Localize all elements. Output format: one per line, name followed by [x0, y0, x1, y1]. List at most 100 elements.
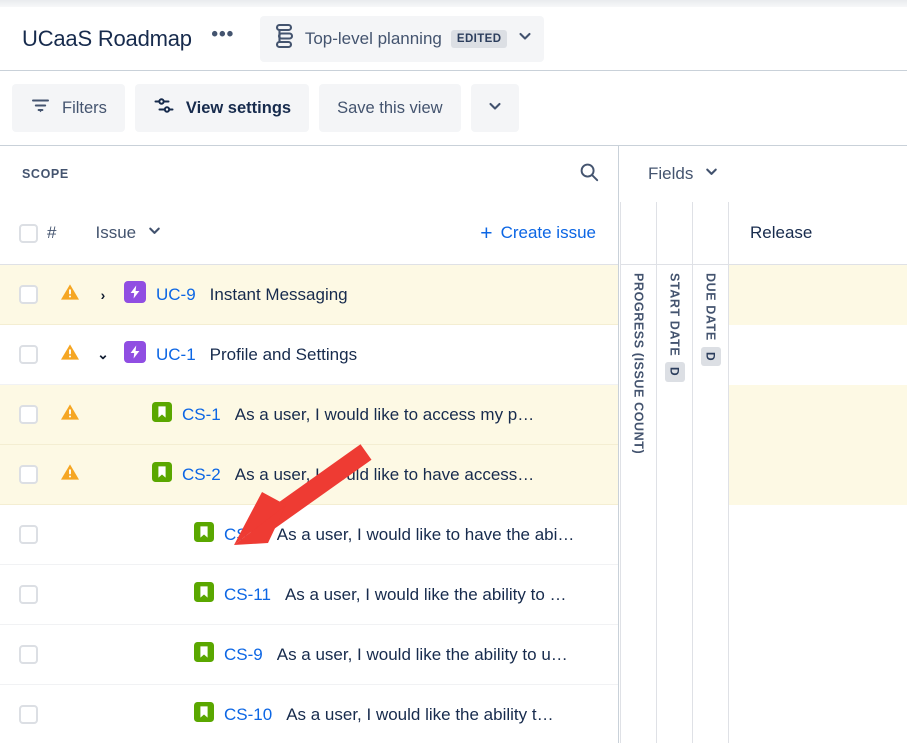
release-cell[interactable] [729, 625, 907, 685]
row-issue-summary: Instant Messaging [209, 284, 348, 304]
row-checkbox[interactable] [19, 585, 38, 604]
plus-icon: + [480, 221, 493, 245]
table-row[interactable]: CS-2 As a user, I would like to have acce… [0, 445, 618, 505]
story-type-icon [194, 642, 214, 666]
warning-icon [60, 284, 80, 306]
row-type-icon-slot [194, 702, 214, 727]
start-date-badge: D [664, 362, 685, 382]
view-name: Top-level planning [304, 28, 442, 48]
progress-column: PROGRESS (ISSUE COUNT) [620, 265, 656, 743]
release-column-header: Release [728, 202, 907, 264]
create-issue-label: Create issue [500, 223, 596, 242]
rank-column-header: # [47, 223, 57, 242]
release-cell[interactable] [729, 325, 907, 385]
table-row[interactable]: CS-8 As a user, I would like to have the … [0, 505, 618, 565]
row-expand-toggle[interactable]: ⌄ [94, 346, 112, 363]
scope-column-header: # Issue + Create issue [0, 202, 618, 265]
window-top-edge [0, 0, 907, 7]
page-more-actions-button[interactable]: ••• [208, 24, 238, 52]
progress-column-header [620, 202, 656, 264]
fields-label: Fields [648, 164, 694, 183]
row-checkbox[interactable] [19, 405, 38, 424]
row-expand-toggle[interactable]: › [94, 287, 112, 303]
release-cell[interactable] [729, 685, 907, 743]
table-row[interactable]: ⌄ UC-1 Profile and Settings [0, 325, 618, 385]
row-type-icon-slot [124, 341, 146, 368]
row-checkbox[interactable] [19, 705, 38, 724]
fields-panel: Fields Release PROGRESS (ISSUE COUNT) ST… [620, 146, 907, 743]
row-checkbox[interactable] [19, 465, 38, 484]
fields-column-header: Release [620, 202, 907, 265]
create-issue-button[interactable]: + Create issue [480, 221, 596, 245]
due-date-column-vertical-label: DUE DATE D [700, 273, 721, 367]
chevron-down-icon [703, 163, 720, 185]
warning-icon [60, 344, 80, 366]
story-type-icon [152, 462, 172, 486]
save-this-view-button[interactable]: Save this view [319, 84, 461, 132]
row-issue-key[interactable]: CS-11 [224, 585, 271, 605]
start-date-column: START DATE D [656, 265, 692, 743]
epic-type-icon [124, 281, 146, 307]
row-type-icon-slot [152, 462, 172, 487]
page-title: UCaaS Roadmap [22, 25, 192, 51]
story-type-icon [194, 522, 214, 546]
row-issue-summary: As a user, I would like the ability to … [284, 584, 567, 604]
start-date-column-header [656, 202, 692, 264]
due-date-column: DUE DATE D [692, 265, 728, 743]
row-warning-slot [60, 402, 80, 427]
epic-type-icon [124, 341, 146, 367]
progress-column-vertical-label: PROGRESS (ISSUE COUNT) [631, 273, 646, 455]
filter-funnel-icon [30, 95, 51, 121]
plan-timeline-app: UCaaS Roadmap ••• Top-level planning EDI… [0, 0, 907, 743]
table-row[interactable]: CS-11 As a user, I would like the ability… [0, 565, 618, 625]
view-selector[interactable]: Top-level planning EDITED [259, 15, 545, 62]
row-issue-key[interactable]: CS-1 [182, 405, 221, 425]
ellipsis-icon: ••• [211, 24, 235, 45]
issue-column-label: Issue [95, 223, 137, 242]
release-cell[interactable] [729, 505, 907, 565]
row-issue-key[interactable]: CS-9 [224, 645, 263, 665]
view-more-actions-button[interactable] [470, 84, 519, 132]
row-issue-key[interactable]: CS-10 [224, 705, 272, 725]
issue-column-header[interactable]: Issue [95, 222, 163, 244]
release-cell[interactable] [729, 445, 907, 505]
table-row[interactable]: CS-1 As a user, I would like to access my… [0, 385, 618, 445]
row-issue-summary: As a user, I would like the ability t… [286, 704, 554, 724]
row-checkbox[interactable] [19, 525, 38, 544]
row-warning-slot [60, 282, 80, 307]
due-date-column-header [692, 202, 728, 264]
edited-badge: EDITED [450, 29, 508, 48]
row-issue-key[interactable]: CS-2 [182, 465, 221, 485]
release-cell[interactable] [729, 565, 907, 625]
sliders-icon [153, 95, 175, 121]
start-date-column-vertical-label: START DATE D [664, 273, 685, 382]
search-icon[interactable] [578, 161, 600, 188]
view-settings-button[interactable]: View settings [134, 84, 310, 132]
release-cell[interactable] [729, 265, 907, 325]
row-checkbox[interactable] [19, 645, 38, 664]
chevron-down-icon[interactable] [516, 27, 534, 50]
table-row[interactable]: CS-9 As a user, I would like the ability … [0, 625, 618, 685]
filters-button[interactable]: Filters [12, 84, 125, 132]
row-type-icon-slot [194, 582, 214, 607]
warning-icon [60, 464, 80, 486]
row-type-icon-slot [124, 281, 146, 308]
row-type-icon-slot [194, 522, 214, 547]
row-issue-key[interactable]: UC-1 [156, 345, 196, 365]
row-issue-key[interactable]: UC-9 [156, 285, 196, 305]
plan-stack-icon [272, 23, 296, 54]
row-warning-slot [60, 462, 80, 487]
due-date-badge: D [700, 346, 721, 367]
fields-body: PROGRESS (ISSUE COUNT) START DATE D DUE … [620, 265, 907, 743]
row-checkbox[interactable] [19, 285, 38, 304]
table-row[interactable]: › UC-9 Instant Messaging [0, 265, 618, 325]
release-column-cells [728, 265, 907, 743]
row-issue-key[interactable]: CS-8 [224, 525, 263, 545]
fields-menu-button[interactable]: Fields [620, 146, 907, 202]
release-cell[interactable] [729, 385, 907, 445]
row-issue-summary: As a user, I would like to have access… [234, 464, 535, 484]
row-checkbox[interactable] [19, 345, 38, 364]
row-issue-summary: As a user, I would like to access my p… [234, 404, 535, 424]
select-all-checkbox[interactable] [19, 223, 38, 243]
table-row[interactable]: CS-10 As a user, I would like the ability… [0, 685, 618, 743]
